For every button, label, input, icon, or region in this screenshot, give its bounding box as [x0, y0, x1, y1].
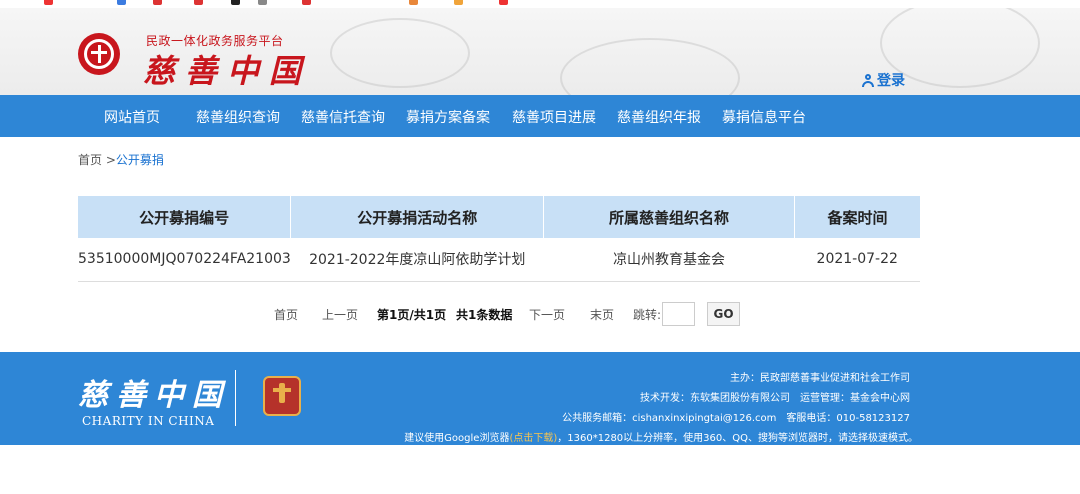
col-header-date: 备案时间 [794, 196, 920, 238]
pager-first[interactable]: 首页 [274, 306, 298, 323]
go-button[interactable]: GO [707, 302, 740, 326]
fundraising-table: 公开募捐编号 公开募捐活动名称 所属慈善组织名称 备案时间 53510000MJ… [78, 196, 920, 282]
pager-prev[interactable]: 上一页 [322, 306, 358, 323]
pager-jump-label: 跳转: [633, 308, 662, 322]
main-nav: 网站首页 慈善组织查询 慈善信托查询 募捐方案备案 慈善项目进展 慈善组织年报 … [0, 95, 1080, 137]
breadcrumb-current[interactable]: 公开募捐 [116, 153, 164, 167]
bookmark-strip [0, 0, 1080, 8]
page-jump-input[interactable] [662, 302, 695, 326]
cell-org[interactable]: 凉山州教育基金会 [543, 238, 795, 282]
cell-number[interactable]: 53510000MJQ070224FA21003 [78, 238, 291, 282]
nav-home[interactable]: 网站首页 [104, 107, 160, 127]
footer-logo-english: CHARITY IN CHINA [82, 414, 215, 428]
pager-last[interactable]: 末页 [590, 306, 614, 323]
cell-date: 2021-07-22 [794, 238, 920, 282]
footer-browser-note: 建议使用Google浏览器(点击下载)，1360*1280以上分辨率，使用360… [404, 429, 918, 444]
login-label: 登录 [877, 73, 905, 89]
col-header-number: 公开募捐编号 [78, 196, 292, 238]
footer-tech: 技术开发：东软集团股份有限公司 运营管理：基金会中心网 [640, 393, 910, 404]
footer-divider [235, 370, 236, 426]
footer-sponsor: 主办：民政部慈善事业促进和社会工作司 [730, 373, 910, 384]
footer-contact: 公共服务邮箱：cishanxinxipingtai@126.com 客服电话：0… [562, 413, 910, 424]
breadcrumb-separator: > [102, 153, 116, 167]
col-header-org: 所属慈善组织名称 [543, 196, 795, 238]
nav-fundraising-filing[interactable]: 募捐方案备案 [406, 107, 490, 127]
pager-total: 共1条数据 [456, 308, 513, 322]
site-logo-text[interactable]: 慈善中国 [143, 46, 311, 92]
nav-org-query[interactable]: 慈善组织查询 [196, 107, 280, 127]
nav-project-progress[interactable]: 慈善项目进展 [512, 107, 596, 127]
browser-download-link[interactable]: (点击下载) [509, 433, 557, 444]
site-footer: 慈善中国 CHARITY IN CHINA 主办：民政部慈善事业促进和社会工作司… [0, 352, 1080, 445]
nav-fundraising-platform[interactable]: 募捐信息平台 [722, 107, 806, 127]
pager-next[interactable]: 下一页 [529, 306, 565, 323]
table-row[interactable]: 53510000MJQ070224FA21003 2021-2022年度凉山阿依… [78, 238, 920, 282]
nav-annual-report[interactable]: 慈善组织年报 [617, 107, 701, 127]
pager-page-info: 第1页/共1页 [377, 308, 447, 322]
col-header-activity: 公开募捐活动名称 [290, 196, 545, 238]
pagination: 首页 上一页 第1页/共1页 共1条数据 下一页 末页 跳转: GO [0, 302, 1080, 326]
user-icon [862, 74, 874, 87]
login-link[interactable]: 登录 [862, 70, 905, 90]
footer-logo-text: 慈善中国 [78, 378, 230, 413]
table-header-row: 公开募捐编号 公开募捐活动名称 所属慈善组织名称 备案时间 [78, 196, 920, 238]
party-badge-icon[interactable] [263, 376, 301, 416]
breadcrumb: 首页 >公开募捐 [78, 151, 164, 168]
browser-note-pre: 建议使用Google浏览器 [404, 433, 510, 444]
charity-emblem-icon[interactable] [78, 33, 120, 75]
site-header: 民政一体化政务服务平台 慈善中国 登录 [0, 8, 1080, 95]
nav-trust-query[interactable]: 慈善信托查询 [301, 107, 385, 127]
cell-activity[interactable]: 2021-2022年度凉山阿依助学计划 [290, 238, 544, 282]
breadcrumb-home[interactable]: 首页 [78, 153, 102, 167]
browser-note-post: ，1360*1280以上分辨率，使用360、QQ、搜狗等浏览器时，请选择极速模式… [557, 433, 918, 444]
